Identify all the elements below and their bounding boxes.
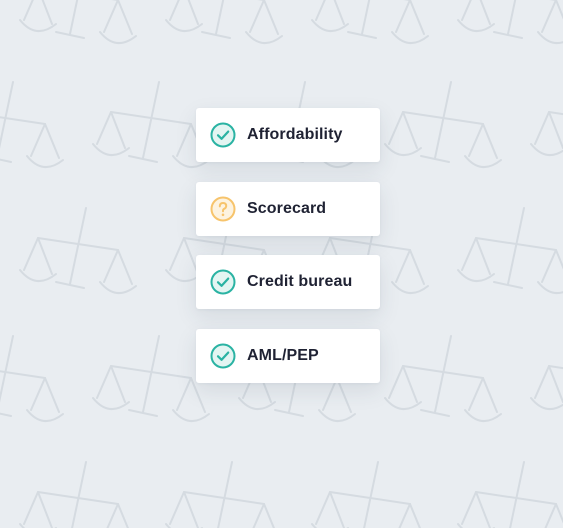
check-label: Scorecard <box>247 199 327 217</box>
check-circle-icon <box>210 269 236 295</box>
check-label: Credit bureau <box>247 273 353 290</box>
pattern-row-5 <box>19 461 563 528</box>
question-circle-icon <box>210 196 236 222</box>
verification-checks-list: Affordability Scorecard Credit bureau AM… <box>196 108 380 402</box>
check-circle-icon <box>210 343 236 369</box>
check-label: AML/PEP <box>247 346 319 364</box>
check-card-scorecard: Scorecard <box>196 181 380 236</box>
check-label: Affordability <box>247 126 343 143</box>
pattern-row-1 <box>19 0 563 45</box>
check-card-aml-pep: AML/PEP <box>196 328 380 383</box>
check-card-credit-bureau: Credit bureau <box>196 255 380 309</box>
check-card-affordability: Affordability <box>196 108 380 162</box>
check-circle-icon <box>210 122 236 148</box>
